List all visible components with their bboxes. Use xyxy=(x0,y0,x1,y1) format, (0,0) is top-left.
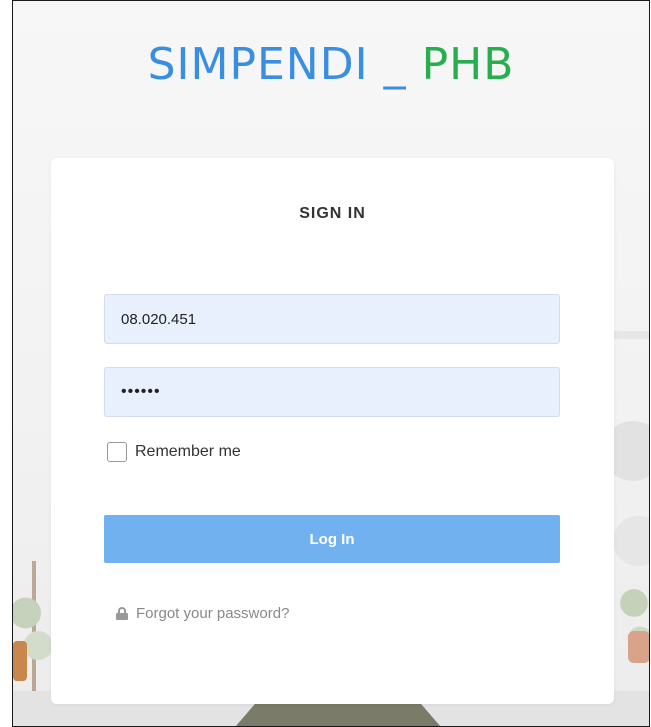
background-decor xyxy=(613,516,649,566)
lock-icon xyxy=(116,607,128,620)
brand-logo: SIMPENDI _ PHB xyxy=(13,39,649,90)
background-pot xyxy=(13,641,27,681)
brand-separator: _ xyxy=(383,39,407,90)
brand-text-suffix: PHB xyxy=(421,39,515,90)
forgot-password-link[interactable]: Forgot your password? xyxy=(116,605,289,622)
password-input[interactable] xyxy=(104,367,560,417)
background-pot xyxy=(628,631,649,663)
login-card: SIGN IN Remember me Log In Forgot your p… xyxy=(51,158,614,704)
page-frame: SIMPENDI _ PHB SIGN IN Remember me Log I… xyxy=(12,0,650,727)
login-title: SIGN IN xyxy=(299,205,366,222)
username-input[interactable] xyxy=(104,294,560,344)
login-button[interactable]: Log In xyxy=(104,515,560,563)
remember-me-label: Remember me xyxy=(135,443,241,460)
background-lamp xyxy=(223,701,453,726)
forgot-password-label[interactable]: Forgot your password? xyxy=(136,605,289,622)
remember-me-toggle[interactable]: Remember me xyxy=(107,442,241,462)
brand-text-main: SIMPENDI xyxy=(147,39,369,90)
remember-me-checkbox[interactable] xyxy=(107,442,127,462)
